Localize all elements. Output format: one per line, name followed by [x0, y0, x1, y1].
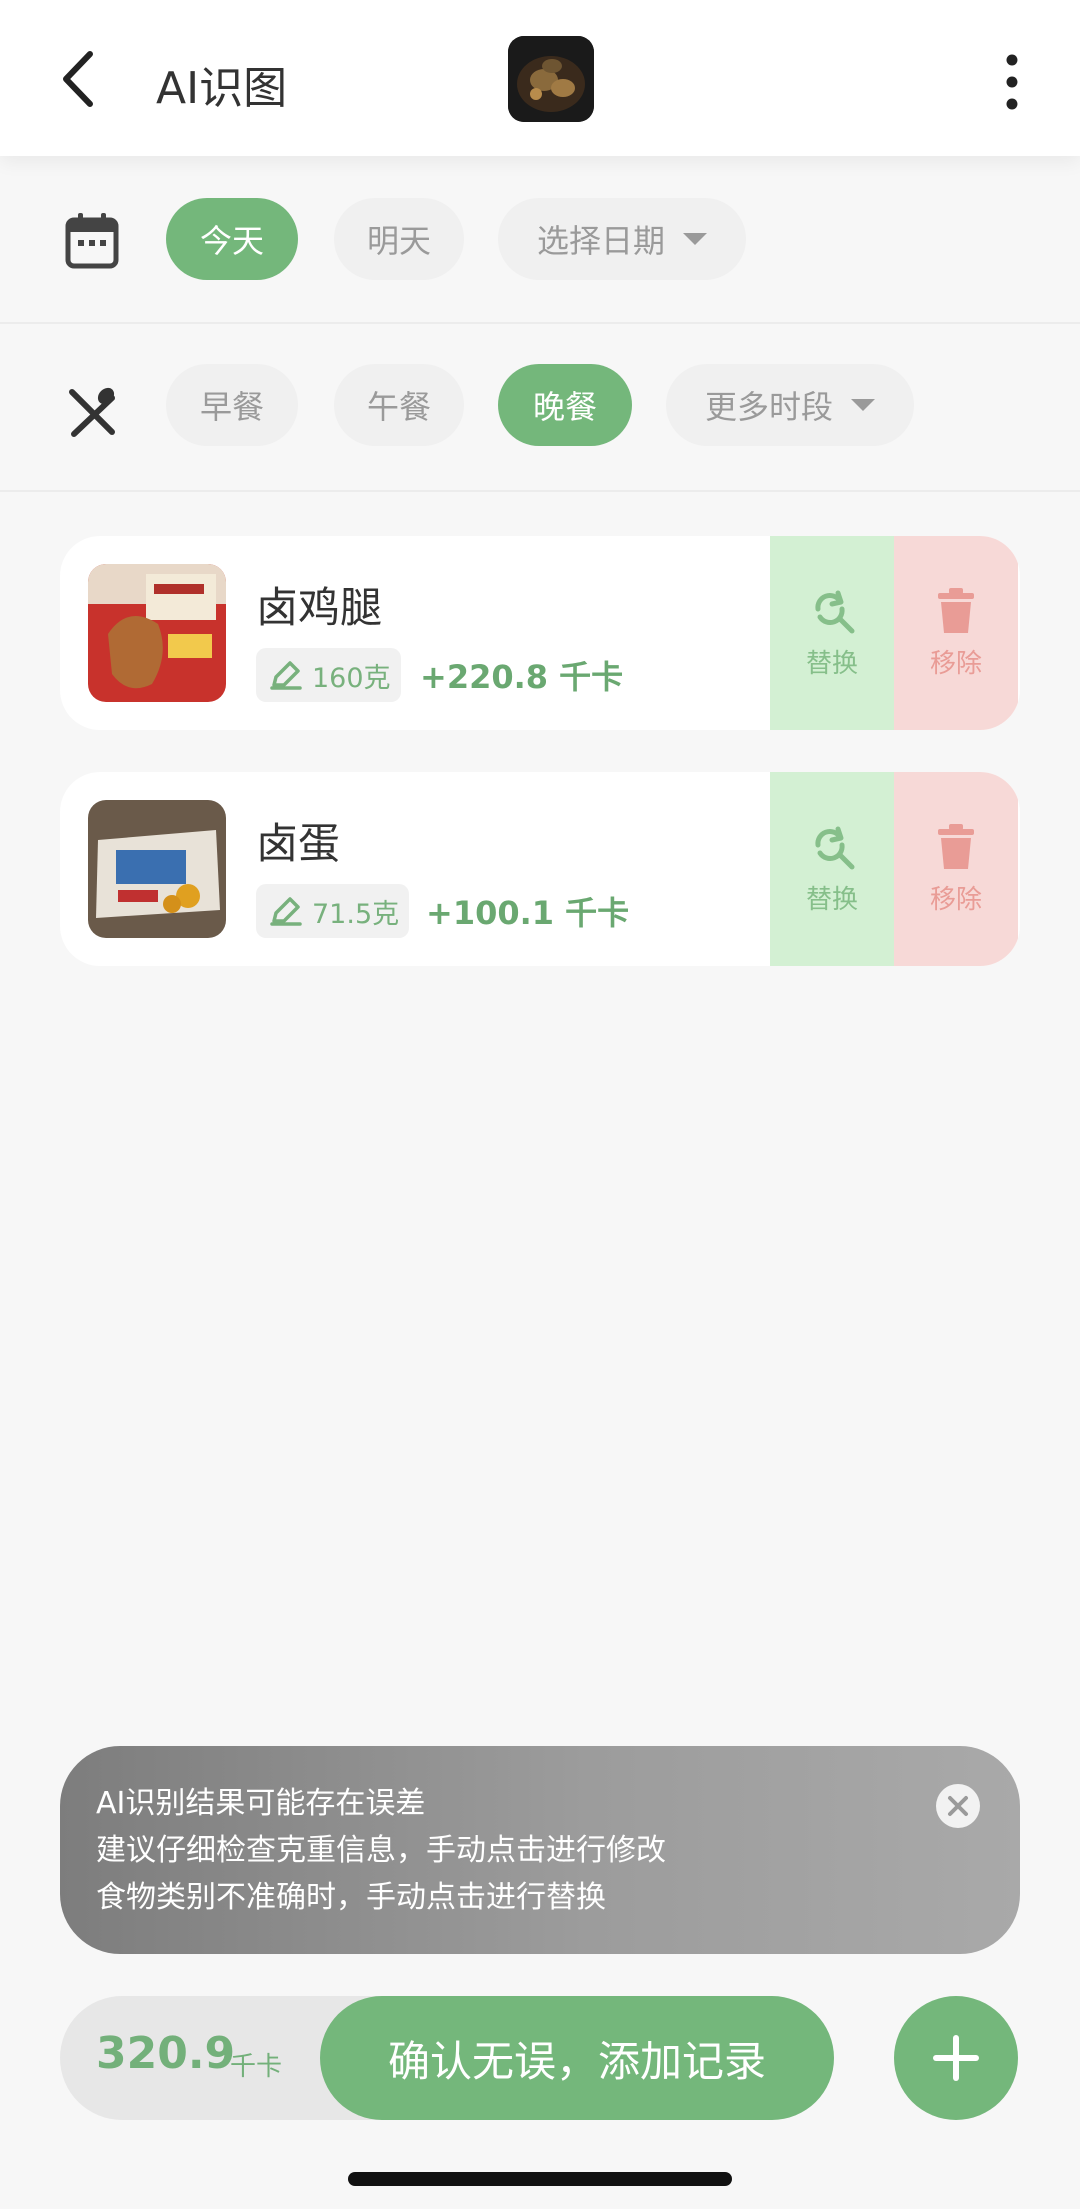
more-vertical-icon: [1006, 54, 1018, 110]
food-photo-image: [508, 36, 594, 122]
tip-line: 食物类别不准确时，手动点击进行替换: [96, 1880, 606, 1915]
meal-chip-dinner[interactable]: 晚餐: [498, 364, 632, 446]
meal-chip-more[interactable]: 更多时段: [666, 364, 914, 446]
total-calories-unit: 千卡: [230, 2052, 283, 2082]
page-title: AI识图: [156, 63, 288, 114]
trash-icon: [938, 823, 974, 869]
pencil-icon: [270, 897, 302, 926]
meal-chip-breakfast[interactable]: 早餐: [166, 364, 298, 446]
replace-label: 替换: [805, 884, 858, 915]
weight-edit-chip[interactable]: 71.5克: [256, 884, 410, 938]
caret-down-icon: [851, 399, 875, 411]
total-calories-value: 320.9: [96, 2028, 236, 2079]
date-chip-pick-date[interactable]: 选择日期: [498, 198, 746, 280]
utensils-icon: [64, 384, 120, 444]
replace-search-icon: [815, 590, 855, 633]
home-indicator: [348, 2172, 732, 2186]
date-chip-today[interactable]: 今天: [166, 198, 298, 280]
close-circle-icon: [936, 1784, 980, 1828]
pencil-icon: [270, 661, 302, 690]
recognized-photo-thumbnail[interactable]: [508, 36, 594, 122]
more-options-button[interactable]: [990, 50, 1034, 114]
weight-edit-chip[interactable]: 160克: [256, 648, 401, 702]
food-card[interactable]: 卤蛋 71.5克 +100.1 千卡 替换 移除: [60, 772, 1020, 966]
caret-down-icon: [683, 233, 707, 245]
tip-line: 建议仔细检查克重信息，手动点击进行修改: [96, 1833, 666, 1868]
remove-label: 移除: [929, 884, 982, 915]
page: AI识图 今天 明天 选择日期 早餐 午餐 晚餐 更多时段 卤鸡腿 160克 +…: [0, 0, 1080, 2209]
pick-date-label: 选择日期: [536, 222, 665, 260]
add-food-button[interactable]: [894, 1996, 1018, 2120]
weight-value: 160克: [312, 662, 391, 694]
tip-line: AI识别结果可能存在误差: [96, 1786, 426, 1821]
back-button[interactable]: [52, 44, 112, 114]
calendar-icon: [64, 210, 120, 270]
food-image: [88, 564, 226, 702]
replace-button[interactable]: 替换: [770, 772, 894, 966]
plus-icon: [933, 2035, 979, 2081]
more-periods-label: 更多时段: [704, 388, 833, 426]
date-filter-row: 今天 明天 选择日期: [0, 180, 1080, 324]
remove-label: 移除: [929, 648, 982, 679]
date-chip-tomorrow[interactable]: 明天: [334, 198, 464, 280]
calorie-value: +100.1 千卡: [426, 894, 630, 932]
remove-button[interactable]: 移除: [894, 536, 1018, 730]
food-name: 卤蛋: [256, 819, 341, 868]
weight-value: 71.5克: [312, 898, 400, 930]
replace-button[interactable]: 替换: [770, 536, 894, 730]
ai-accuracy-tip: AI识别结果可能存在误差 建议仔细检查克重信息，手动点击进行修改 食物类别不准确…: [60, 1746, 1020, 1954]
replace-label: 替换: [805, 648, 858, 679]
food-image: [88, 800, 226, 938]
app-header: AI识图: [0, 0, 1080, 156]
food-card[interactable]: 卤鸡腿 160克 +220.8 千卡 替换 移除: [60, 536, 1020, 730]
chevron-left-icon: [63, 51, 93, 107]
confirm-add-record-button[interactable]: 确认无误，添加记录: [320, 1996, 834, 2120]
tip-close-button[interactable]: [934, 1782, 982, 1830]
food-name: 卤鸡腿: [256, 583, 383, 632]
remove-button[interactable]: 移除: [894, 772, 1018, 966]
trash-icon: [938, 587, 974, 633]
replace-search-icon: [815, 826, 855, 869]
calorie-value: +220.8 千卡: [420, 658, 624, 696]
meal-filter-row: 早餐 午餐 晚餐 更多时段: [0, 346, 1080, 492]
meal-chip-lunch[interactable]: 午餐: [334, 364, 464, 446]
